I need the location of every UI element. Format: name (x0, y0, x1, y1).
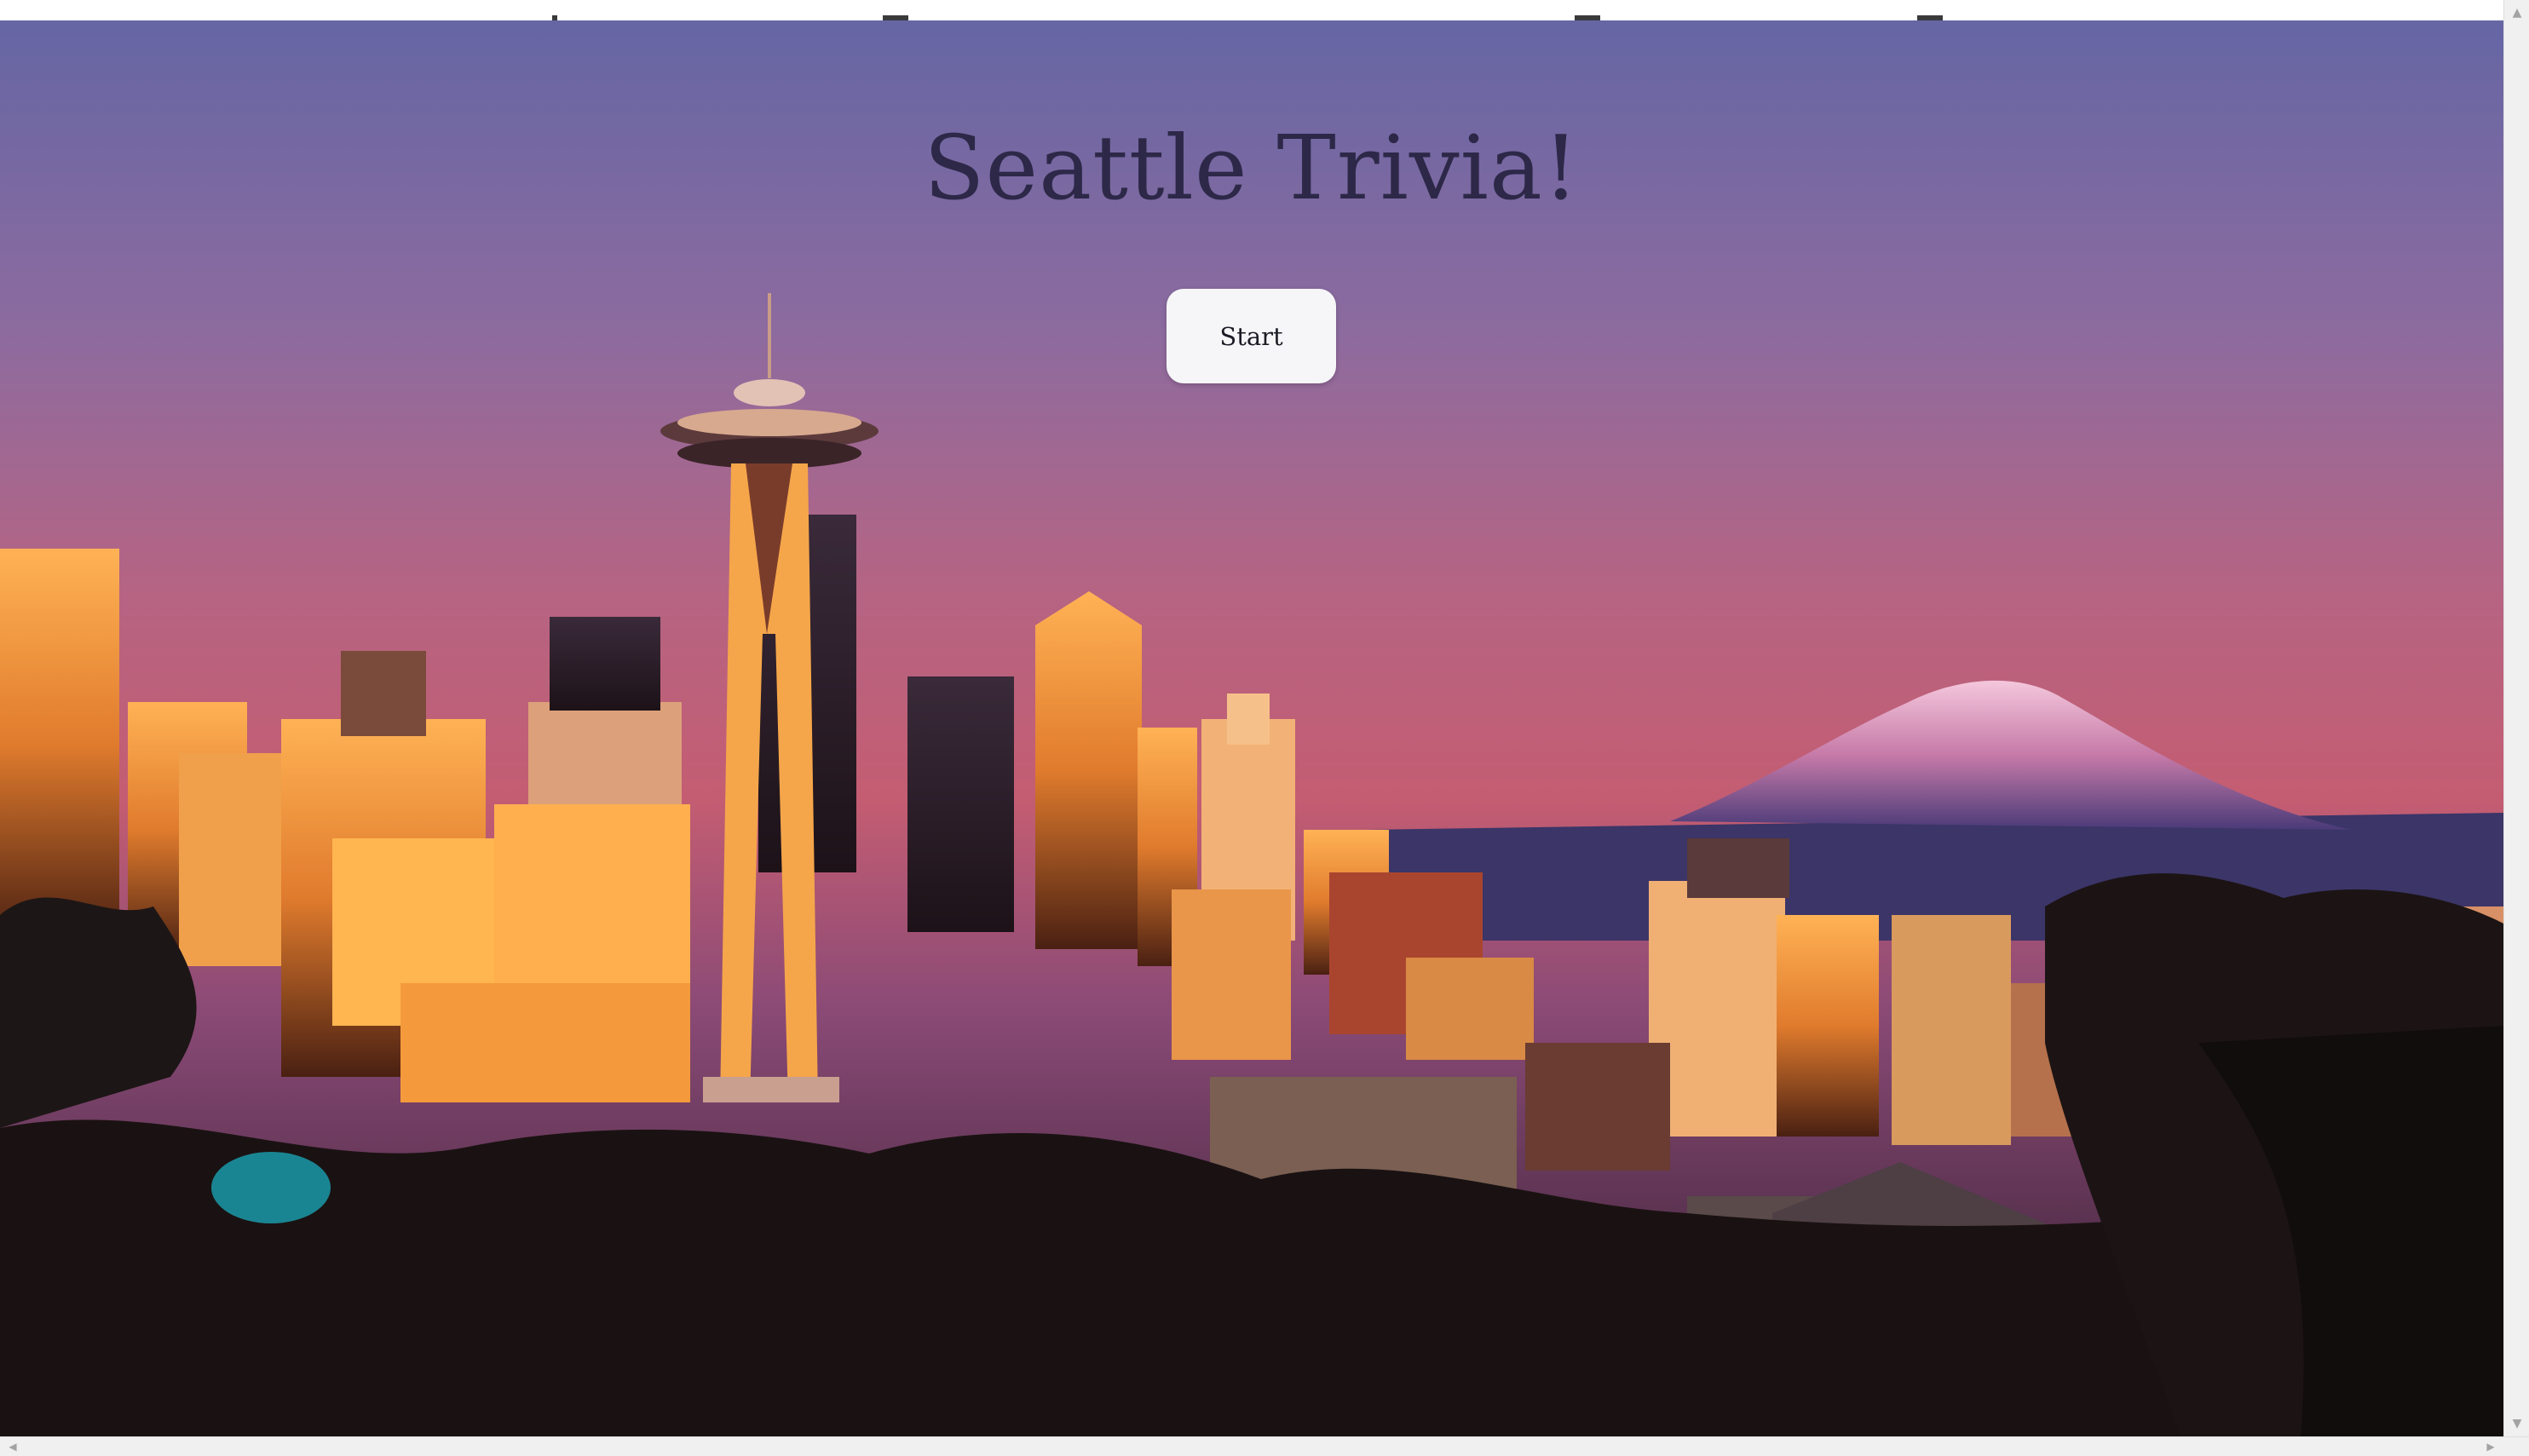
background-photo: Seattle Trivia! Start (0, 20, 2503, 1436)
page-title: Seattle Trivia! (924, 116, 1580, 220)
scroll-down-arrow-icon[interactable]: ▼ (2504, 1413, 2529, 1435)
skyline-illustration (0, 20, 2503, 1436)
scroll-left-arrow-icon[interactable]: ◀ (2, 1437, 24, 1456)
browser-top-strip (0, 0, 2503, 21)
horizontal-scrollbar[interactable]: ◀ ▶ (0, 1436, 2529, 1456)
scroll-right-arrow-icon[interactable]: ▶ (2480, 1437, 2502, 1456)
scroll-up-arrow-icon[interactable]: ▲ (2504, 2, 2529, 24)
vertical-scrollbar[interactable]: ▲ ▼ (2503, 0, 2529, 1436)
start-button[interactable]: Start (1167, 289, 1336, 383)
